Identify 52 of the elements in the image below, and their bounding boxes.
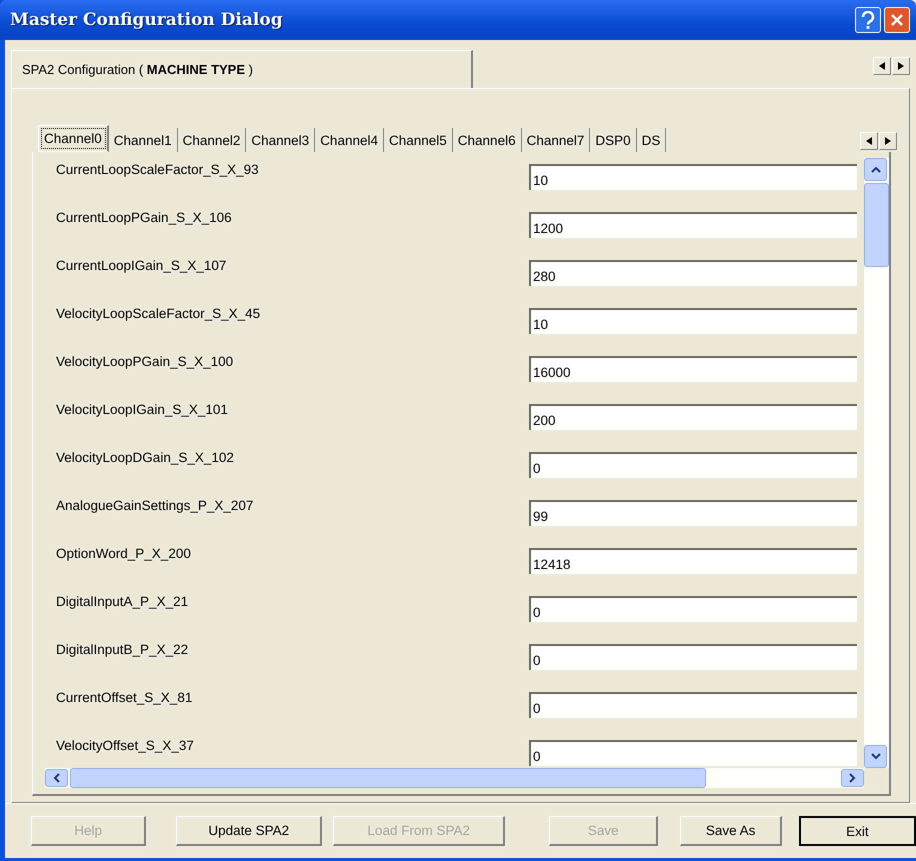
- input-field[interactable]: 16000: [529, 356, 857, 382]
- scroll-up-button[interactable]: [864, 158, 887, 181]
- input-field[interactable]: 0: [529, 692, 857, 718]
- input-field[interactable]: 10: [529, 164, 857, 190]
- scroll-thumb[interactable]: [70, 768, 706, 788]
- parameter-label: AnalogueGainSettings_P_X_207: [55, 498, 254, 513]
- action-button[interactable]: Exit: [798, 816, 916, 846]
- input-field[interactable]: 280: [529, 260, 857, 286]
- input-field[interactable]: 0: [529, 596, 857, 622]
- scroll-down-button[interactable]: [864, 745, 887, 768]
- tab[interactable]: Channel0: [38, 125, 109, 152]
- input-field[interactable]: 0: [529, 644, 857, 670]
- parameter-label: DigitalInputB_P_X_22: [55, 642, 190, 657]
- question-mark-icon: [861, 11, 875, 29]
- right-chevron-icon: [849, 773, 856, 783]
- parameter-label: VelocityLoopPGain_S_X_100: [55, 354, 234, 369]
- parameter-label: CurrentOffset_S_X_81: [55, 690, 194, 705]
- close-button[interactable]: [884, 7, 910, 33]
- parameter-label: CurrentLoopIGain_S_X_107: [55, 258, 228, 273]
- horizontal-scrollbar[interactable]: [45, 768, 864, 788]
- parameter-label: DigitalInputA_P_X_21: [55, 594, 190, 609]
- input-field[interactable]: 10: [529, 308, 857, 334]
- left-arrow-icon: [866, 137, 872, 145]
- left-arrow-icon: [879, 62, 885, 70]
- help-button[interactable]: [855, 7, 881, 33]
- parameter-label: VelocityLoopDGain_S_X_102: [55, 450, 235, 465]
- right-arrow-icon: [885, 137, 891, 145]
- left-chevron-icon: [53, 773, 60, 783]
- action-button[interactable]: Update SPA2: [176, 816, 322, 846]
- input-field[interactable]: 12418: [529, 548, 857, 574]
- input-field[interactable]: 99: [529, 500, 857, 526]
- scroll-left-button[interactable]: [45, 769, 68, 787]
- input-field[interactable]: 200: [529, 404, 857, 430]
- scroll-thumb[interactable]: [864, 183, 889, 267]
- parameter-label: VelocityLoopScaleFactor_S_X_45: [55, 306, 262, 321]
- down-chevron-icon: [870, 753, 880, 760]
- action-button[interactable]: Save As: [680, 816, 782, 846]
- parameter-label: CurrentLoopPGain_S_X_106: [55, 210, 233, 225]
- tab[interactable]: SPA2 Configuration ( MACHINE TYPE ): [11, 50, 473, 88]
- close-icon: [890, 13, 904, 27]
- right-arrow-icon: [898, 62, 904, 70]
- input-field[interactable]: 1200: [529, 212, 857, 238]
- parameter-label: OptionWord_P_X_200: [55, 546, 192, 561]
- input-field[interactable]: 0: [529, 452, 857, 478]
- scroll-right-button[interactable]: [841, 769, 864, 787]
- window-title: Master Configuration Dialog: [10, 10, 284, 30]
- parameter-label: VelocityOffset_S_X_37: [55, 738, 195, 753]
- parameter-label: VelocityLoopIGain_S_X_101: [55, 402, 229, 417]
- parameter-label: CurrentLoopScaleFactor_S_X_93: [55, 162, 260, 177]
- vertical-scrollbar[interactable]: [864, 158, 889, 768]
- up-chevron-icon: [870, 166, 880, 173]
- input-field[interactable]: 0: [529, 740, 857, 766]
